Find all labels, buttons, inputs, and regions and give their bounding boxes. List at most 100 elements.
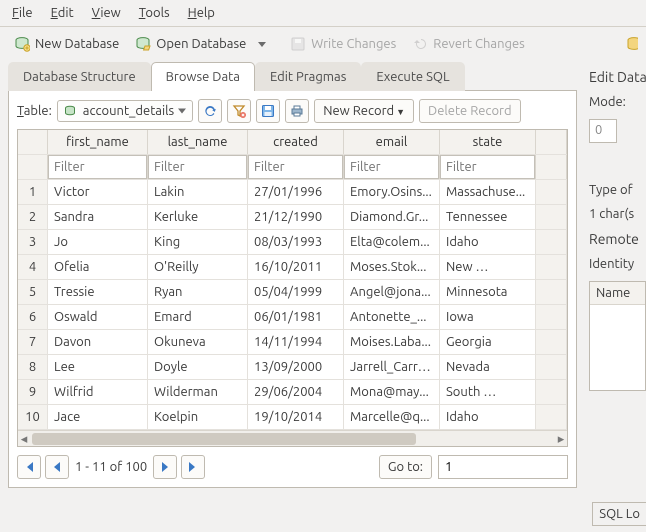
last-page-button[interactable]	[181, 455, 205, 479]
cell[interactable]: Moses.Stok...	[344, 255, 440, 279]
menu-edit[interactable]: Edit	[43, 3, 82, 23]
cell[interactable]: 29/06/2004	[248, 380, 344, 404]
cell[interactable]: Jarrell_Carro...	[344, 355, 440, 379]
table-row[interactable]: 5TressieRyan05/04/1999Angel@jona...Minne…	[18, 280, 567, 305]
cell[interactable]: Tressie	[48, 280, 148, 304]
save-table-button[interactable]	[256, 99, 280, 123]
cell[interactable]: 06/01/1981	[248, 305, 344, 329]
column-header[interactable]: state	[440, 130, 536, 154]
row-index[interactable]: 9	[18, 380, 48, 404]
cell[interactable]: South …	[440, 380, 536, 404]
cell[interactable]: Iowa	[440, 305, 536, 329]
table-row[interactable]: 9WilfridWilderman29/06/2004Mona@may...So…	[18, 380, 567, 405]
cell[interactable]: 21/12/1990	[248, 205, 344, 229]
toolbar-overflow[interactable]	[620, 33, 638, 55]
scroll-right-icon[interactable]: ▸	[555, 433, 567, 445]
cell[interactable]: Emory.Osins...	[344, 180, 440, 204]
prev-page-button[interactable]	[45, 455, 69, 479]
goto-input[interactable]	[438, 455, 568, 479]
cell[interactable]: Okuneva	[148, 330, 248, 354]
open-database-button[interactable]: Open Database	[129, 33, 252, 55]
cell[interactable]: Koelpin	[148, 405, 248, 429]
cell[interactable]: Nevada	[440, 355, 536, 379]
cell[interactable]: 16/10/2011	[248, 255, 344, 279]
column-header[interactable]: created	[248, 130, 344, 154]
next-page-button[interactable]	[153, 455, 177, 479]
table-row[interactable]: 2SandraKerluke21/12/1990Diamond.Gr...Ten…	[18, 205, 567, 230]
cell[interactable]: Doyle	[148, 355, 248, 379]
table-row[interactable]: 8LeeDoyle13/09/2000Jarrell_Carro...Nevad…	[18, 355, 567, 380]
cell-preview[interactable]: 0	[589, 119, 617, 143]
row-index[interactable]: 4	[18, 255, 48, 279]
menu-tools[interactable]: Tools	[131, 3, 178, 23]
menu-help[interactable]: Help	[180, 3, 223, 23]
table-row[interactable]: 3JoKing08/03/1993Elta@colem...Idaho	[18, 230, 567, 255]
tab-browse-data[interactable]: Browse Data	[151, 62, 255, 91]
table-row[interactable]: 1VictorLakin27/01/1996Emory.Osins...Mass…	[18, 180, 567, 205]
cell[interactable]: Lee	[48, 355, 148, 379]
column-header[interactable]: email	[344, 130, 440, 154]
cell[interactable]: 13/09/2000	[248, 355, 344, 379]
cell[interactable]: Marcelle@q...	[344, 405, 440, 429]
row-index[interactable]: 5	[18, 280, 48, 304]
goto-button[interactable]: Go to:	[379, 455, 432, 479]
cell[interactable]: Tennessee	[440, 205, 536, 229]
cell[interactable]: New …	[440, 255, 536, 279]
scroll-left-icon[interactable]: ◂	[18, 433, 30, 445]
row-index[interactable]: 7	[18, 330, 48, 354]
refresh-button[interactable]	[198, 99, 222, 123]
cell[interactable]: Diamond.Gr...	[344, 205, 440, 229]
cell[interactable]: Kerluke	[148, 205, 248, 229]
cell[interactable]: Wilfrid	[48, 380, 148, 404]
cell[interactable]: Ofelia	[48, 255, 148, 279]
cell[interactable]: Moises.Laba...	[344, 330, 440, 354]
cell[interactable]: 14/11/1994	[248, 330, 344, 354]
cell[interactable]: Elta@colem...	[344, 230, 440, 254]
table-selector[interactable]: account_details	[57, 100, 193, 123]
menu-file[interactable]: File	[4, 3, 41, 23]
new-database-button[interactable]: New Database	[8, 33, 125, 55]
open-database-dropdown[interactable]	[256, 40, 268, 48]
row-index[interactable]: 2	[18, 205, 48, 229]
cell[interactable]: Massachuse...	[440, 180, 536, 204]
print-button[interactable]	[285, 99, 309, 123]
cell[interactable]: Wilderman	[148, 380, 248, 404]
cell[interactable]: Emard	[148, 305, 248, 329]
cell[interactable]: 27/01/1996	[248, 180, 344, 204]
tab-database-structure[interactable]: Database Structure	[8, 62, 151, 91]
filter-input[interactable]	[440, 155, 535, 179]
row-index[interactable]: 3	[18, 230, 48, 254]
row-index[interactable]: 1	[18, 180, 48, 204]
row-index[interactable]: 8	[18, 355, 48, 379]
cell[interactable]: O'Reilly	[148, 255, 248, 279]
table-row[interactable]: 7DavonOkuneva14/11/1994Moises.Laba...Geo…	[18, 330, 567, 355]
cell[interactable]: Idaho	[440, 230, 536, 254]
table-row[interactable]: 4OfeliaO'Reilly16/10/2011Moses.Stok...Ne…	[18, 255, 567, 280]
cell[interactable]: Minnesota	[440, 280, 536, 304]
filter-input[interactable]	[148, 155, 247, 179]
cell[interactable]: Victor	[48, 180, 148, 204]
filter-input[interactable]	[48, 155, 147, 179]
scroll-thumb[interactable]	[32, 433, 416, 445]
filter-input[interactable]	[344, 155, 439, 179]
cell[interactable]: Sandra	[48, 205, 148, 229]
cell[interactable]: Ryan	[148, 280, 248, 304]
horizontal-scrollbar[interactable]: ◂ ▸	[18, 430, 567, 446]
cell[interactable]: Idaho	[440, 405, 536, 429]
column-header[interactable]: last_name	[148, 130, 248, 154]
cell[interactable]: 08/03/1993	[248, 230, 344, 254]
cell[interactable]: Jace	[48, 405, 148, 429]
cell[interactable]: 05/04/1999	[248, 280, 344, 304]
row-index[interactable]: 6	[18, 305, 48, 329]
new-record-button[interactable]: New Record▼	[314, 99, 414, 123]
table-row[interactable]: 6OswaldEmard06/01/1981Antonette_...Iowa	[18, 305, 567, 330]
cell[interactable]: Davon	[48, 330, 148, 354]
tab-edit-pragmas[interactable]: Edit Pragmas	[255, 62, 361, 91]
clear-filters-button[interactable]	[227, 99, 251, 123]
menu-view[interactable]: View	[84, 3, 129, 23]
cell[interactable]: Lakin	[148, 180, 248, 204]
cell[interactable]: Mona@may...	[344, 380, 440, 404]
cell[interactable]: Georgia	[440, 330, 536, 354]
tab-execute-sql[interactable]: Execute SQL	[361, 62, 464, 91]
table-row[interactable]: 10JaceKoelpin19/10/2014Marcelle@q...Idah…	[18, 405, 567, 430]
